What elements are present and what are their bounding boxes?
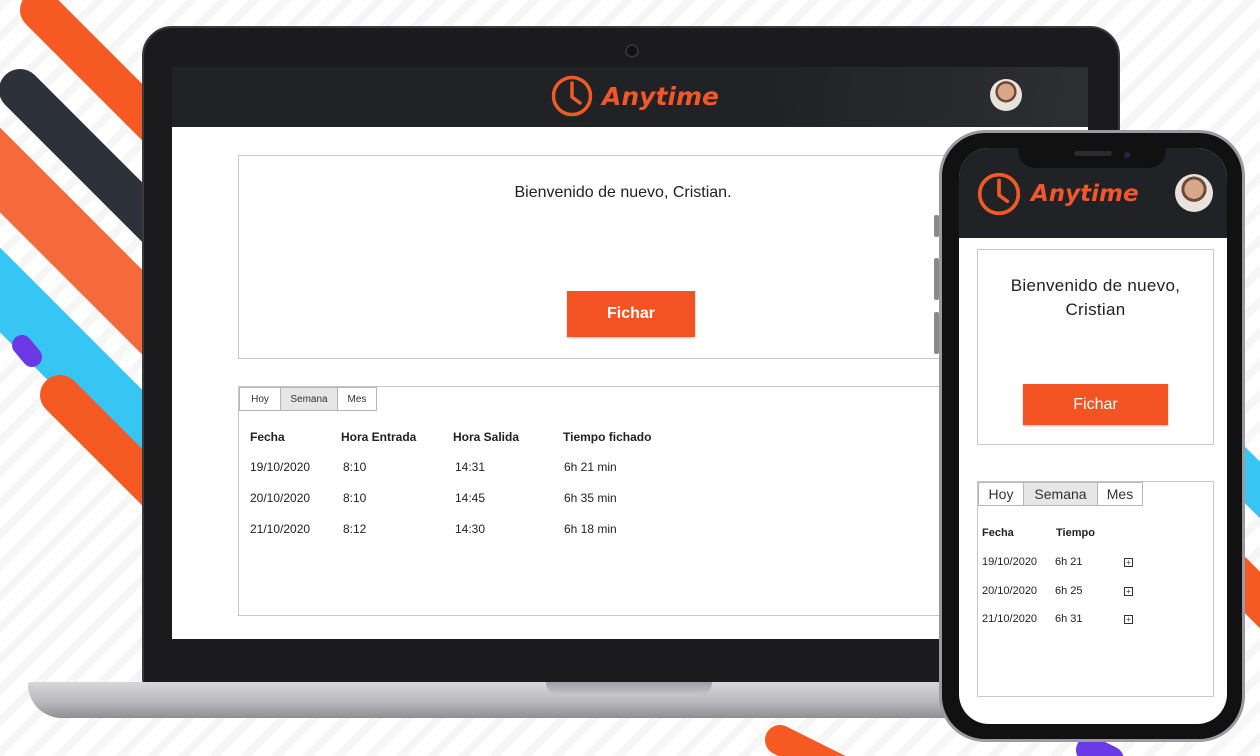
cell-hora-salida: 14:31 xyxy=(455,460,486,474)
cell-fecha: 20/10/2020 xyxy=(250,491,311,505)
laptop-camera xyxy=(625,44,639,58)
laptop-notch xyxy=(546,682,712,696)
expand-icon[interactable]: + xyxy=(1124,558,1133,567)
desktop-logo[interactable]: Anytime xyxy=(550,73,719,119)
brand-name: Anytime xyxy=(1031,181,1139,207)
expand-icon[interactable]: + xyxy=(1124,587,1133,596)
welcome-card: Bienvenido de nuevo, Cristian. Fichar xyxy=(238,155,1008,359)
cell-fecha: 20/10/2020 xyxy=(982,585,1038,597)
clock-icon xyxy=(977,172,1021,216)
clock-icon xyxy=(551,75,593,117)
cell-hora-entrada: 8:10 xyxy=(343,460,367,474)
cell-hora-salida: 14:45 xyxy=(455,491,486,505)
cell-tiempo-fichado: 6h 35 min xyxy=(564,491,617,505)
cell-hora-entrada: 8:12 xyxy=(343,522,367,536)
cell-tiempo-fichado: 6h 18 min xyxy=(564,522,617,536)
welcome-message: Bienvenido de nuevo, Cristian. xyxy=(514,184,732,201)
phone-speaker xyxy=(1074,151,1112,156)
column-header-hora-entrada: Hora Entrada xyxy=(341,430,417,444)
cell-fecha: 21/10/2020 xyxy=(250,522,311,536)
cell-hora-salida: 14:30 xyxy=(455,522,486,536)
time-records-card: Hoy Semana Mes Fecha Tiempo 19/10/2020 6… xyxy=(977,481,1214,697)
column-header-hora-salida: Hora Salida xyxy=(453,430,520,444)
cell-fecha: 19/10/2020 xyxy=(250,460,311,474)
cell-tiempo-fichado: 6h 21 min xyxy=(564,460,617,474)
cell-fecha: 19/10/2020 xyxy=(982,556,1038,568)
column-header-fecha: Fecha xyxy=(250,430,285,444)
desktop-header: Anytime xyxy=(172,67,1088,127)
column-header-tiempo: Tiempo xyxy=(1056,527,1095,539)
column-header-fecha: Fecha xyxy=(982,527,1014,539)
mobile-screen: Anytime Bienvenido de nuevo, Cristian Fi… xyxy=(959,148,1227,724)
tab-mes[interactable]: Mes xyxy=(337,387,377,411)
user-avatar[interactable] xyxy=(1175,174,1213,212)
tab-mes[interactable]: Mes xyxy=(1097,482,1143,506)
mobile-logo[interactable]: Anytime xyxy=(975,170,1139,218)
tab-semana[interactable]: Semana xyxy=(280,387,338,411)
cell-fecha: 21/10/2020 xyxy=(982,613,1038,625)
phone-volume-down xyxy=(934,312,939,354)
fichar-button[interactable]: Fichar xyxy=(567,291,695,337)
phone-volume-up xyxy=(934,258,939,300)
cell-tiempo: 6h 21 xyxy=(1055,556,1083,568)
user-avatar[interactable] xyxy=(990,79,1022,111)
phone-side-button xyxy=(934,215,939,237)
period-tabs: Hoy Semana Mes xyxy=(978,482,1143,506)
welcome-line: Cristian xyxy=(1065,300,1126,319)
column-header-tiempo-fichado: Tiempo fichado xyxy=(563,430,652,444)
expand-icon[interactable]: + xyxy=(1124,615,1133,624)
brand-name: Anytime xyxy=(602,81,719,111)
period-tabs: Hoy Semana Mes xyxy=(239,387,377,411)
cell-tiempo: 6h 25 xyxy=(1055,585,1083,597)
time-records-card: Hoy Semana Mes Fecha Hora Entrada Hora S… xyxy=(238,386,1008,616)
cell-tiempo: 6h 31 xyxy=(1055,613,1083,625)
tab-hoy[interactable]: Hoy xyxy=(978,482,1024,506)
fichar-button[interactable]: Fichar xyxy=(1023,384,1168,425)
tab-semana[interactable]: Semana xyxy=(1023,482,1098,506)
welcome-line: Bienvenido de nuevo, xyxy=(1010,276,1181,295)
tab-hoy[interactable]: Hoy xyxy=(239,387,281,411)
welcome-message: Bienvenido de nuevo, Cristian xyxy=(988,274,1203,322)
phone-camera xyxy=(1124,152,1130,158)
cell-hora-entrada: 8:10 xyxy=(343,491,367,505)
welcome-card: Bienvenido de nuevo, Cristian Fichar xyxy=(977,249,1214,445)
